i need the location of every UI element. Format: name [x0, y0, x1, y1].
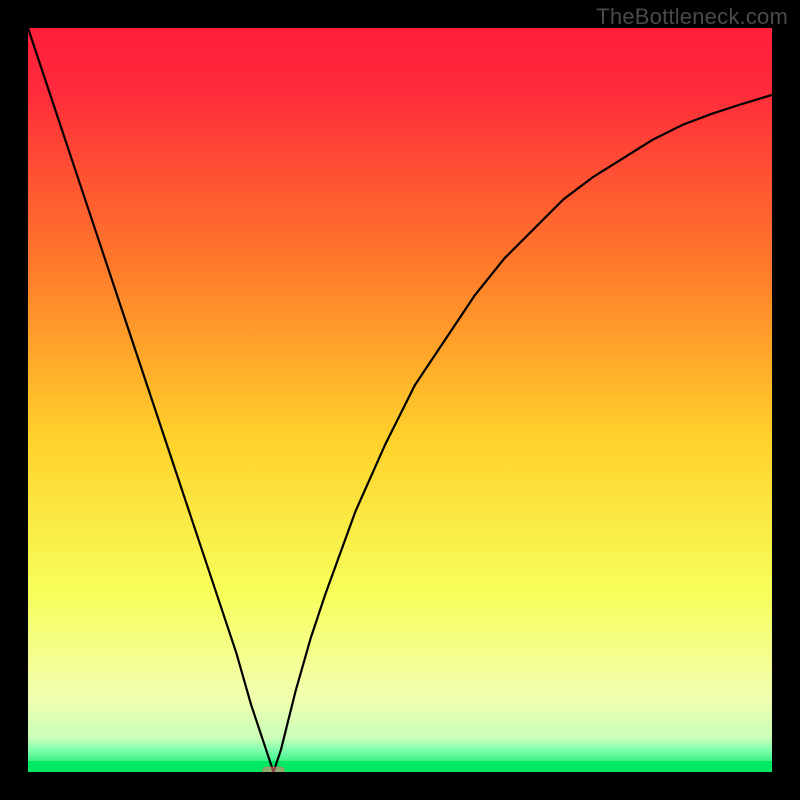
gradient-background — [28, 28, 772, 772]
chart-plot-area — [28, 28, 772, 772]
chart-svg — [28, 28, 772, 772]
chart-frame: TheBottleneck.com — [0, 0, 800, 800]
watermark-text: TheBottleneck.com — [596, 4, 788, 30]
minimum-marker — [263, 767, 285, 772]
bottom-green-band — [28, 761, 772, 772]
